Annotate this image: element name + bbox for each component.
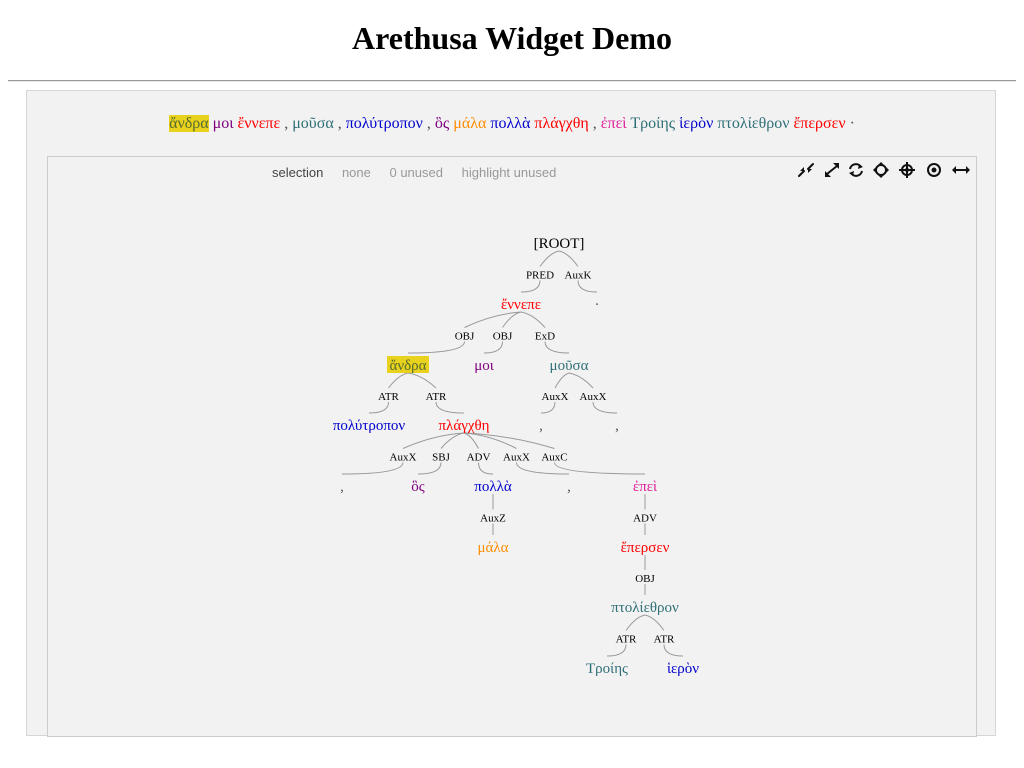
relation-label[interactable]: ADV bbox=[467, 452, 491, 464]
relation-label[interactable]: ATR bbox=[426, 391, 447, 403]
tree-edge bbox=[417, 462, 442, 475]
relation-label[interactable]: AuxZ bbox=[480, 513, 506, 525]
tree-node-word[interactable]: ἄνδρα bbox=[389, 358, 426, 374]
tree-node-word[interactable]: , bbox=[340, 479, 344, 495]
relation-label[interactable]: AuxX bbox=[580, 391, 607, 403]
relation-label[interactable]: ATR bbox=[616, 634, 637, 646]
tree-node-word[interactable]: ἱερὸν bbox=[667, 661, 699, 677]
relation-label[interactable]: ATR bbox=[378, 391, 399, 403]
tree-edge bbox=[568, 372, 594, 389]
tree-node-word[interactable]: μοῦσα bbox=[550, 358, 589, 374]
tree-edge bbox=[625, 614, 646, 631]
root-node[interactable]: [ROOT] bbox=[534, 236, 585, 252]
tree-node-word[interactable]: πολύτροπον bbox=[333, 418, 406, 434]
tree-edge bbox=[540, 401, 556, 414]
tree-node-word[interactable]: ἔννεπε bbox=[501, 297, 541, 313]
tree-node-word[interactable]: Τροίης bbox=[586, 661, 628, 677]
tree-edge bbox=[388, 372, 409, 389]
tree-node-word[interactable]: , bbox=[539, 418, 543, 434]
tree-node-word[interactable]: ἔπερσεν bbox=[621, 540, 670, 556]
relation-label[interactable]: AuxX bbox=[390, 452, 417, 464]
tree-edge bbox=[554, 372, 570, 389]
relation-label[interactable]: ExD bbox=[535, 331, 555, 343]
tree-node-word[interactable]: μοι bbox=[474, 358, 494, 374]
tree-edge bbox=[558, 250, 579, 267]
tree-edge bbox=[483, 341, 503, 354]
relation-label[interactable]: AuxK bbox=[565, 270, 592, 282]
tree-edge bbox=[520, 311, 546, 328]
tree-edge bbox=[463, 432, 479, 449]
tree-node-word[interactable]: , bbox=[567, 479, 571, 495]
tree-edge bbox=[644, 614, 665, 631]
tree-node-word[interactable]: , bbox=[615, 418, 619, 434]
tree-edge bbox=[407, 341, 465, 354]
tree-edge bbox=[520, 280, 541, 293]
relation-label[interactable]: SBJ bbox=[432, 452, 450, 464]
tree-edge bbox=[464, 311, 522, 328]
relation-label[interactable]: AuxX bbox=[542, 391, 569, 403]
tree-edge bbox=[435, 401, 465, 414]
tree-edge bbox=[368, 401, 389, 414]
tree-edge bbox=[663, 644, 684, 657]
tree-node-word[interactable]: μάλα bbox=[477, 540, 508, 556]
relation-label[interactable]: AuxC bbox=[541, 452, 567, 464]
tree-node-word[interactable]: πτολίεθρον bbox=[611, 600, 679, 616]
tree-edge bbox=[402, 432, 465, 449]
tree-edge bbox=[478, 462, 494, 475]
tree-edge bbox=[592, 401, 618, 414]
relation-label[interactable]: AuxX bbox=[503, 452, 530, 464]
tree-edge bbox=[539, 250, 560, 267]
tree-edge bbox=[577, 280, 598, 293]
relation-label[interactable]: OBJ bbox=[455, 331, 475, 343]
relation-label[interactable]: ATR bbox=[654, 634, 675, 646]
relation-label[interactable]: PRED bbox=[526, 270, 554, 282]
tree-edge bbox=[407, 372, 437, 389]
tree-node-word[interactable]: πλάγχθη bbox=[438, 418, 489, 434]
tree-edge bbox=[606, 644, 627, 657]
tree-edge bbox=[341, 462, 404, 475]
tree-edge bbox=[544, 341, 570, 354]
tree-node-word[interactable]: · bbox=[595, 297, 600, 313]
tree-edge bbox=[554, 462, 646, 475]
tree-node-word[interactable]: ἐπεὶ bbox=[633, 479, 657, 495]
tree-node-word[interactable]: ὃς bbox=[411, 479, 425, 495]
tree-node-word[interactable]: πολλὰ bbox=[474, 479, 512, 495]
relation-label[interactable]: OBJ bbox=[493, 331, 513, 343]
relation-label[interactable]: ADV bbox=[633, 513, 657, 525]
relation-label[interactable]: OBJ bbox=[635, 573, 655, 585]
dependency-tree: [ROOT] PRED ἔννεπε AuxK · OBJ ἄνδρα OBJ μοι ExD μο… bbox=[333, 236, 699, 677]
